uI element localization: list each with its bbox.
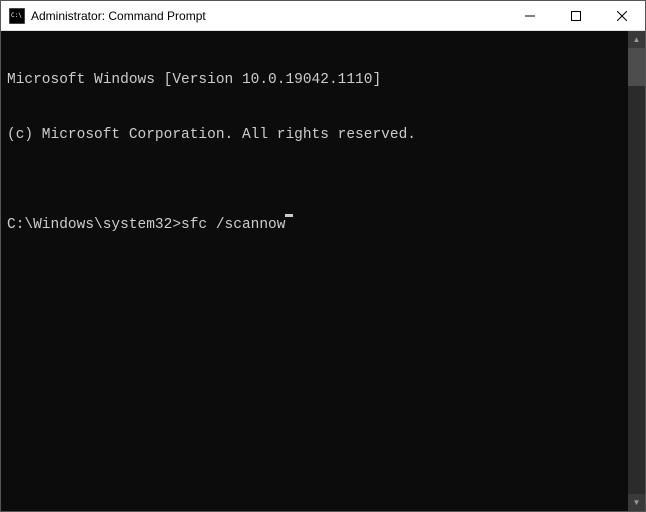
prompt-text: C:\Windows\system32> — [7, 216, 181, 234]
scrollbar-up-button[interactable]: ▲ — [628, 31, 645, 48]
prompt-line: C:\Windows\system32>sfc /scannow — [7, 216, 622, 234]
copyright-line: (c) Microsoft Corporation. All rights re… — [7, 126, 622, 144]
cmd-icon: C:\ — [9, 8, 25, 24]
command-text: sfc /scannow — [181, 216, 285, 234]
minimize-icon — [525, 11, 535, 21]
scrollbar-thumb[interactable] — [628, 48, 645, 86]
close-icon — [617, 11, 627, 21]
chevron-down-icon: ▼ — [633, 499, 641, 507]
version-line: Microsoft Windows [Version 10.0.19042.11… — [7, 71, 622, 89]
cursor — [285, 214, 293, 217]
titlebar[interactable]: C:\ Administrator: Command Prompt — [1, 1, 645, 31]
svg-text:C:\: C:\ — [11, 12, 22, 19]
command-prompt-window: C:\ Administrator: Command Prompt — [0, 0, 646, 512]
scrollbar-down-button[interactable]: ▼ — [628, 494, 645, 511]
vertical-scrollbar[interactable]: ▲ ▼ — [628, 31, 645, 511]
close-button[interactable] — [599, 1, 645, 30]
chevron-up-icon: ▲ — [633, 36, 641, 44]
terminal-area[interactable]: Microsoft Windows [Version 10.0.19042.11… — [1, 31, 645, 511]
maximize-button[interactable] — [553, 1, 599, 30]
terminal-content[interactable]: Microsoft Windows [Version 10.0.19042.11… — [1, 31, 628, 511]
minimize-button[interactable] — [507, 1, 553, 30]
window-title: Administrator: Command Prompt — [31, 9, 507, 23]
maximize-icon — [571, 11, 581, 21]
window-controls — [507, 1, 645, 30]
